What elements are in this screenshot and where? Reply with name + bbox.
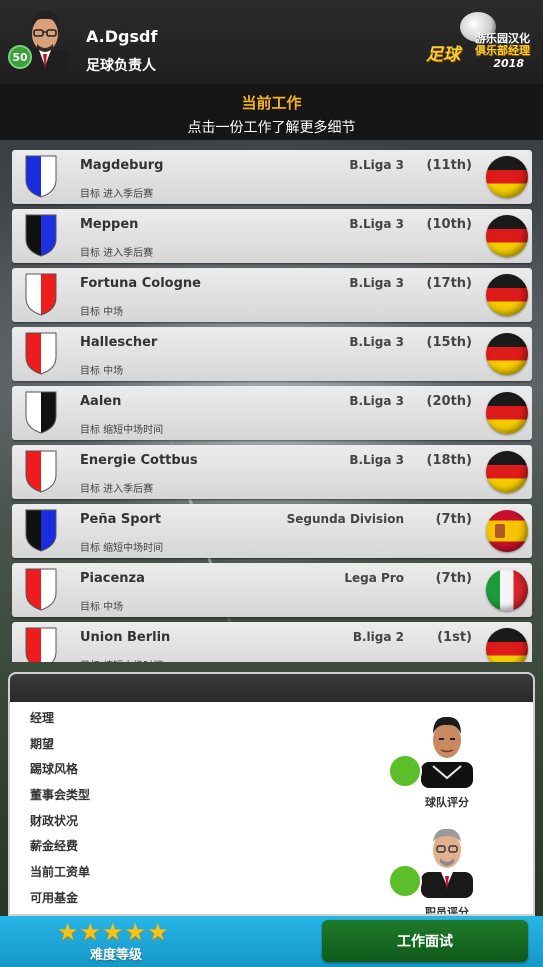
- team-rating[interactable]: 球队评分: [388, 708, 492, 810]
- manager-name: A.Dgsdf: [86, 27, 158, 46]
- league-position: (7th): [435, 571, 472, 586]
- logo-title: 足球: [426, 45, 460, 65]
- league-name: B.Liga 3: [349, 217, 404, 231]
- country-flag-icon: [486, 274, 528, 316]
- section-title: 当前工作 点击一份工作了解更多细节: [0, 84, 543, 140]
- country-flag-icon: [486, 392, 528, 434]
- job-row[interactable]: Fortuna Cologne 目标 中场 B.Liga 3 (17th): [12, 268, 532, 322]
- club-crest-icon: [25, 214, 57, 257]
- detail-row-available-funds: 可用基金: [30, 890, 79, 905]
- club-crest-icon: [25, 332, 57, 375]
- job-interview-button[interactable]: 工作面试: [322, 920, 528, 962]
- panel-header: [10, 674, 533, 702]
- country-flag-icon: [486, 510, 528, 552]
- job-row[interactable]: Hallescher 目标 中场 B.Liga 3 (15th): [12, 327, 532, 381]
- team-rating-indicator: [388, 754, 422, 788]
- staff-rating[interactable]: 职员评分: [388, 818, 492, 916]
- club-crest-icon: [25, 450, 57, 493]
- club-objective: 目标 中场: [80, 307, 124, 318]
- league-name: Segunda Division: [286, 512, 404, 526]
- job-row[interactable]: Magdeburg 目标 进入季后赛 B.Liga 3 (11th): [12, 150, 532, 204]
- team-rating-label: 球队评分: [425, 796, 469, 809]
- league-position: (15th): [426, 335, 472, 350]
- detail-rows: 经理 期望 踢球风格 董事会类型 财政状况 薪金经费 当前工资单 可用基金: [30, 710, 91, 914]
- club-name: Meppen: [80, 217, 139, 232]
- league-position: (20th): [426, 394, 472, 409]
- club-objective: 目标 缩短中场时间: [80, 425, 164, 436]
- league-position: (1st): [437, 630, 472, 645]
- league-name: B.liga 2: [352, 630, 404, 644]
- logo-subtitle: 俱乐部经理: [475, 44, 530, 57]
- club-crest-icon: [25, 627, 57, 662]
- club-name: Magdeburg: [80, 158, 164, 173]
- difficulty-stars-icon: ★★★★★: [57, 918, 170, 946]
- club-objective: 目标 缩短中场时间: [80, 657, 163, 662]
- job-row[interactable]: Union Berlin 目标 缩短中场时间 B.liga 2 (1st): [12, 622, 532, 662]
- job-row[interactable]: Aalen 目标 缩短中场时间 B.Liga 3 (20th): [12, 386, 532, 440]
- country-flag-icon: [486, 569, 528, 611]
- club-name: Peña Sport: [80, 512, 162, 527]
- profile-header: 50 A.Dgsdf 足球负责人 游乐园汉化 足球 俱乐部经理 2018: [0, 0, 543, 84]
- page-title: 当前工作: [241, 94, 302, 112]
- league-name: Lega Pro: [344, 571, 404, 585]
- league-name: B.Liga 3: [349, 335, 404, 349]
- league-name: B.Liga 3: [349, 158, 404, 172]
- level-badge: 50: [8, 45, 32, 69]
- club-objective: 目标 进入季后赛: [80, 189, 154, 200]
- club-crest-icon: [25, 273, 57, 316]
- job-row[interactable]: Peña Sport 目标 缩短中场时间 Segunda Division (7th): [12, 504, 532, 558]
- country-flag-icon: [486, 215, 528, 257]
- bottom-bar: ★★★★★ 难度等级 工作面试: [0, 916, 543, 967]
- club-crest-icon: [25, 155, 57, 198]
- staff-rating-indicator: [388, 864, 422, 898]
- club-name: Aalen: [80, 394, 122, 409]
- detail-row-manager: 经理: [30, 711, 55, 725]
- country-flag-icon: [486, 451, 528, 493]
- club-crest-icon: [25, 509, 57, 552]
- club-name: Energie Cottbus: [80, 453, 198, 468]
- club-objective: 目标 中场: [80, 366, 124, 377]
- detail-row-play-style: 踢球风格: [30, 762, 79, 777]
- manager-role: 足球负责人: [86, 58, 156, 74]
- job-row[interactable]: Energie Cottbus 目标 进入季后赛 B.Liga 3 (18th): [12, 445, 532, 499]
- league-position: (17th): [426, 276, 472, 291]
- club-objective: 目标 缩短中场时间: [80, 543, 164, 554]
- club-crest-icon: [25, 568, 57, 611]
- league-position: (18th): [426, 453, 472, 468]
- country-flag-icon: [486, 156, 528, 198]
- club-name: Union Berlin: [80, 630, 171, 645]
- detail-row-wage-budget: 薪金经费: [30, 839, 79, 854]
- page-subtitle: 点击一份工作了解更多细节: [187, 120, 356, 136]
- club-name: Fortuna Cologne: [80, 276, 201, 291]
- detail-row-finances: 财政状况: [30, 813, 79, 828]
- difficulty-label: 难度等级: [90, 948, 143, 963]
- club-objective: 目标 中场: [80, 602, 124, 613]
- league-name: B.Liga 3: [349, 453, 404, 467]
- club-objective: 目标 进入季后赛: [80, 484, 154, 495]
- game-logo: 游乐园汉化 足球 俱乐部经理 2018: [424, 12, 536, 72]
- league-name: B.Liga 3: [349, 394, 404, 408]
- club-name: Piacenza: [80, 571, 145, 586]
- country-flag-icon: [486, 333, 528, 375]
- detail-row-expectation: 期望: [30, 736, 55, 751]
- job-row[interactable]: Piacenza 目标 中场 Lega Pro (7th): [12, 563, 532, 617]
- league-position: (10th): [426, 217, 472, 232]
- club-crest-icon: [25, 391, 57, 434]
- club-name: Hallescher: [80, 335, 158, 350]
- player-portrait-icon: [421, 716, 473, 788]
- job-list[interactable]: Magdeburg 目标 进入季后赛 B.Liga 3 (11th) Meppen 目标 …: [12, 150, 532, 662]
- staff-rating-label: 职员评分: [425, 906, 469, 916]
- league-name: B.Liga 3: [349, 276, 404, 290]
- job-detail-panel: 经理 期望 踢球风格 董事会类型 财政状况 薪金经费 当前工资单 可用基金 球队…: [8, 672, 535, 916]
- league-position: (11th): [426, 158, 472, 173]
- league-position: (7th): [435, 512, 472, 527]
- detail-row-board-type: 董事会类型: [30, 788, 91, 803]
- job-row[interactable]: Meppen 目标 进入季后赛 B.Liga 3 (10th): [12, 209, 532, 263]
- staff-portrait-icon: [421, 828, 473, 898]
- club-objective: 目标 进入季后赛: [80, 248, 154, 259]
- logo-year: 2018: [493, 57, 524, 70]
- country-flag-icon: [486, 628, 528, 662]
- detail-row-current-payroll: 当前工资单: [30, 865, 91, 880]
